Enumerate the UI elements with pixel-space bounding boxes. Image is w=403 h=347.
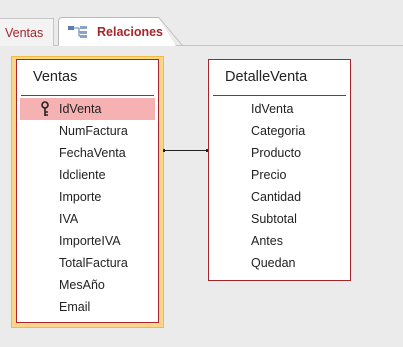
primary-key-icon (40, 101, 50, 117)
field-label: Producto (251, 146, 302, 160)
field-label: Email (59, 300, 91, 314)
relationship-line[interactable] (163, 149, 208, 152)
field-label: Cantidad (251, 190, 302, 204)
field-totalfactura[interactable]: TotalFactura (20, 252, 155, 274)
table-detalleventa-divider (213, 95, 346, 96)
field-label: NumFactura (59, 124, 128, 138)
table-ventas-title[interactable]: Ventas (33, 69, 77, 85)
field-label: IdVenta (251, 102, 294, 116)
field-antes[interactable]: Antes (212, 230, 347, 252)
field-idventa[interactable]: IdVenta (212, 98, 347, 120)
field-label: Importe (59, 190, 102, 204)
table-ventas[interactable]: Ventas IdVenta NumFactura FechaVenta Idc… (16, 59, 159, 323)
field-iva[interactable]: IVA (20, 208, 155, 230)
field-idcliente[interactable]: Idcliente (20, 164, 155, 186)
field-cantidad[interactable]: Cantidad (212, 186, 347, 208)
field-label: Quedan (251, 256, 296, 270)
field-mesano[interactable]: MesAño (20, 274, 155, 296)
field-label: Antes (251, 234, 283, 248)
table-detalleventa-title[interactable]: DetalleVenta (225, 69, 307, 85)
field-importe[interactable]: Importe (20, 186, 155, 208)
field-producto[interactable]: Producto (212, 142, 347, 164)
field-quedan[interactable]: Quedan (212, 252, 347, 274)
tab-ventas[interactable]: Ventas (0, 18, 54, 46)
relationships-canvas[interactable]: Ventas IdVenta NumFactura FechaVenta Idc… (0, 46, 403, 347)
field-categoria[interactable]: Categoria (212, 120, 347, 142)
field-label: IdVenta (59, 102, 102, 116)
table-ventas-divider (21, 95, 154, 96)
table-ventas-field-list: IdVenta NumFactura FechaVenta Idcliente … (20, 98, 155, 318)
field-label: Idcliente (59, 168, 106, 182)
field-idventa[interactable]: IdVenta (20, 98, 155, 120)
relationships-icon (67, 24, 89, 40)
field-subtotal[interactable]: Subtotal (212, 208, 347, 230)
field-numfactura[interactable]: NumFactura (20, 120, 155, 142)
table-detalleventa-field-list: IdVenta Categoria Producto Precio Cantid… (212, 98, 347, 274)
field-label: IVA (59, 212, 79, 226)
table-detalleventa[interactable]: DetalleVenta IdVenta Categoria Producto … (208, 59, 351, 281)
field-label: ImporteIVA (59, 234, 121, 248)
field-label: Subtotal (251, 212, 297, 226)
field-precio[interactable]: Precio (212, 164, 347, 186)
tab-relaciones[interactable]: Relaciones (58, 17, 176, 46)
field-label: TotalFactura (59, 256, 128, 270)
field-email[interactable]: Email (20, 296, 155, 318)
field-fechaventa[interactable]: FechaVenta (20, 142, 155, 164)
tab-ventas-label: Ventas (5, 25, 44, 40)
field-label: Precio (251, 168, 287, 182)
field-importeiva[interactable]: ImporteIVA (20, 230, 155, 252)
tab-relaciones-label: Relaciones (97, 24, 164, 39)
document-tab-strip: Ventas Relaciones (0, 0, 403, 46)
field-label: FechaVenta (59, 146, 126, 160)
field-label: MesAño (59, 278, 105, 292)
field-label: Categoria (251, 124, 306, 138)
